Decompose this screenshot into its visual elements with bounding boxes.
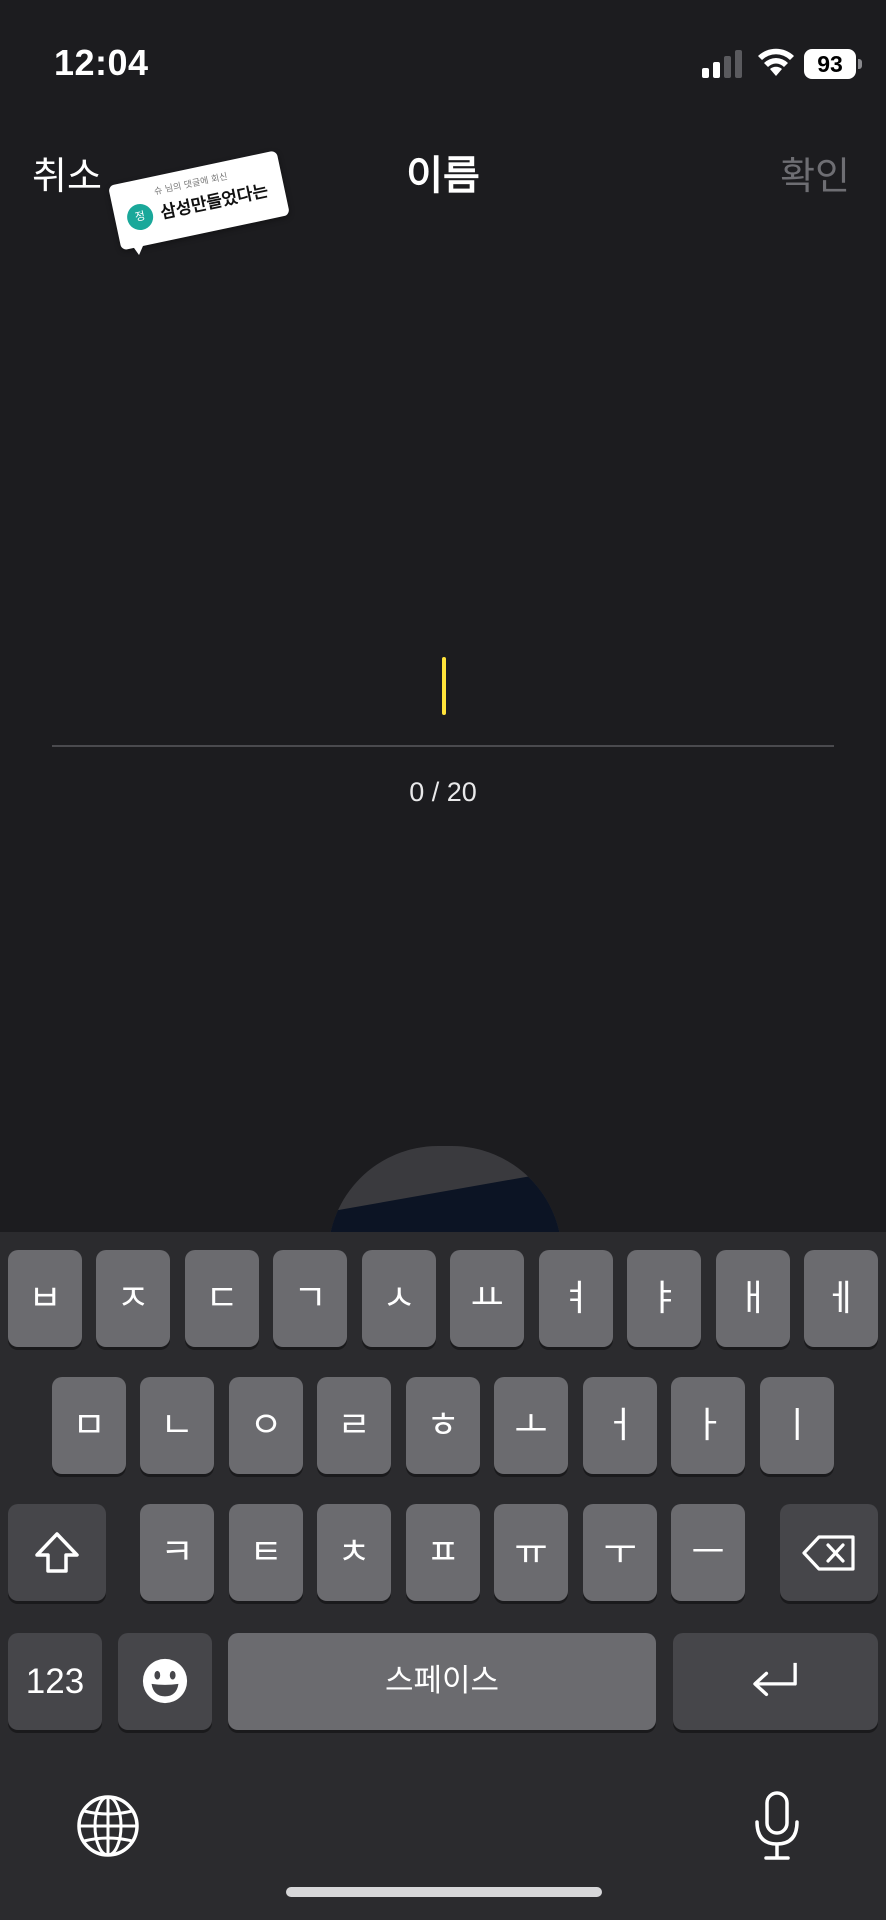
key-label: ㅅ: [382, 1278, 416, 1319]
key-label: ㅂ: [28, 1278, 62, 1319]
key-label: ㅛ: [470, 1278, 504, 1319]
key[interactable]: ㅋ: [140, 1504, 214, 1601]
key[interactable]: ㄹ: [317, 1377, 391, 1474]
key-label: ㅈ: [116, 1278, 150, 1319]
key-label: ㅁ: [72, 1405, 106, 1446]
shift-key[interactable]: [8, 1504, 106, 1601]
key[interactable]: ㅈ: [96, 1250, 170, 1347]
space-key-label: 스페이스: [384, 1663, 500, 1699]
key-label: ㅡ: [691, 1532, 725, 1573]
key[interactable]: ㅜ: [583, 1504, 657, 1601]
key[interactable]: ㅏ: [671, 1377, 745, 1474]
key-label: ㅑ: [647, 1278, 681, 1319]
key[interactable]: ㅐ: [716, 1250, 790, 1347]
key[interactable]: ㄱ: [273, 1250, 347, 1347]
key[interactable]: ㅍ: [406, 1504, 480, 1601]
key[interactable]: ㅌ: [229, 1504, 303, 1601]
key[interactable]: ㅇ: [229, 1377, 303, 1474]
key[interactable]: ㅑ: [627, 1250, 701, 1347]
key[interactable]: ㅅ: [362, 1250, 436, 1347]
character-counter: 0 / 20: [409, 777, 477, 807]
status-bar: 12:04 93: [0, 0, 886, 120]
emoji-icon: [142, 1658, 188, 1704]
key-label: ㄹ: [337, 1405, 371, 1446]
key-label: ㅔ: [824, 1278, 858, 1319]
emoji-key[interactable]: [118, 1633, 212, 1730]
status-time: 12:04: [54, 42, 149, 83]
key-label: ㅓ: [603, 1405, 637, 1446]
shift-icon: [35, 1532, 79, 1573]
numbers-key[interactable]: 123: [8, 1633, 102, 1730]
space-key[interactable]: 스페이스: [228, 1633, 656, 1730]
key[interactable]: ㄷ: [185, 1250, 259, 1347]
key[interactable]: ㄴ: [140, 1377, 214, 1474]
key-label: ㅠ: [514, 1532, 548, 1573]
key[interactable]: ㅎ: [406, 1377, 480, 1474]
battery-icon: 93: [804, 49, 856, 79]
home-indicator: [286, 1887, 602, 1897]
avatar: 정: [124, 201, 156, 233]
key[interactable]: ㅂ: [8, 1250, 82, 1347]
globe-icon[interactable]: [76, 1794, 140, 1858]
confirm-button[interactable]: 확인: [780, 145, 850, 200]
return-icon: [752, 1662, 797, 1697]
key-label: ㅎ: [426, 1405, 460, 1446]
key-label: ㄱ: [293, 1278, 327, 1319]
key[interactable]: ㅡ: [671, 1504, 745, 1601]
key-label: ㅏ: [691, 1405, 725, 1446]
key[interactable]: ㅁ: [52, 1377, 126, 1474]
key-label: ㅕ: [559, 1278, 593, 1319]
key-label: ㅍ: [426, 1532, 460, 1573]
key-label: ㄷ: [205, 1278, 239, 1319]
key[interactable]: ㅣ: [760, 1377, 834, 1474]
key-label: ㅣ: [780, 1405, 814, 1446]
key-label: ㅗ: [514, 1405, 548, 1446]
key[interactable]: ㅓ: [583, 1377, 657, 1474]
key-label: ㄴ: [160, 1405, 194, 1446]
sticker-tail: [130, 239, 149, 257]
key[interactable]: ㅗ: [494, 1377, 568, 1474]
battery-tip: [858, 59, 862, 69]
keyboard: ㅂ ㅈ ㄷ ㄱ ㅅ ㅛ ㅕ ㅑ ㅐ ㅔ ㅁ ㄴ ㅇ ㄹ ㅎ ㅗ ㅓ ㅏ ㅣ ㅋ …: [0, 1232, 886, 1920]
key[interactable]: ㅕ: [539, 1250, 613, 1347]
key-label: ㅌ: [249, 1532, 283, 1573]
key-label: ㅊ: [337, 1532, 371, 1573]
key[interactable]: ㅊ: [317, 1504, 391, 1601]
key[interactable]: ㅔ: [804, 1250, 878, 1347]
key[interactable]: ㅠ: [494, 1504, 568, 1601]
key-label: ㅇ: [249, 1405, 283, 1446]
return-key[interactable]: [673, 1633, 878, 1730]
text-cursor: [442, 657, 446, 715]
wifi-icon: [758, 48, 794, 76]
key-label: ㅜ: [603, 1532, 637, 1573]
key-label: ㅐ: [736, 1278, 770, 1319]
signal-icon: [702, 50, 742, 78]
microphone-icon[interactable]: [752, 1790, 802, 1862]
key-label: ㅋ: [160, 1532, 194, 1573]
backspace-key[interactable]: [780, 1504, 878, 1601]
backspace-icon: [802, 1535, 855, 1571]
numbers-key-label: 123: [25, 1662, 85, 1701]
key[interactable]: ㅛ: [450, 1250, 524, 1347]
input-underline: [52, 745, 834, 747]
